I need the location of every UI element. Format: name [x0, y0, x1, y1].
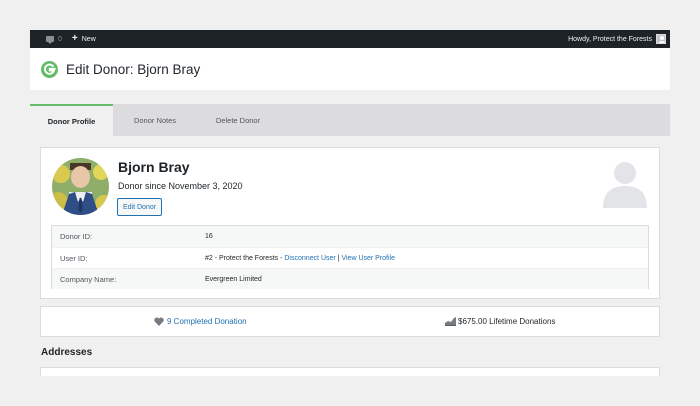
info-row-company: Company Name: Evergreen Limited	[52, 268, 648, 289]
company-name-value: Evergreen Limited	[205, 275, 262, 283]
admin-bar: 0 + New Howdy, Protect the Forests	[30, 30, 670, 48]
lifetime-donations-text: $675.00 Lifetime Donations	[458, 317, 556, 326]
info-row-user-id: User ID: #2 - Protect the Forests - Disc…	[52, 247, 648, 268]
donor-since: Donor since November 3, 2020	[118, 181, 243, 191]
tab-donor-notes[interactable]: Donor Notes	[113, 104, 197, 136]
completed-donations-text: 9 Completed Donation	[167, 317, 247, 326]
plus-icon: +	[71, 33, 78, 44]
user-id-label: User ID:	[60, 253, 88, 263]
lifetime-donations: $675.00 Lifetime Donations	[445, 317, 555, 326]
user-id-text: #2 - Protect the Forests -	[205, 254, 285, 262]
donor-photo	[52, 158, 109, 215]
account-menu[interactable]: Howdy, Protect the Forests	[568, 30, 652, 48]
givewp-logo-icon	[41, 60, 58, 78]
new-content-button[interactable]: + New	[72, 30, 96, 48]
view-user-profile-link[interactable]: View User Profile	[341, 255, 395, 262]
chart-area-icon	[445, 317, 456, 326]
donor-info-table: Donor ID: 16 User ID: #2 - Protect the F…	[51, 225, 649, 289]
donor-name: Bjorn Bray	[118, 159, 190, 175]
page-title: Edit Donor: Bjorn Bray	[66, 61, 201, 77]
disconnect-user-link[interactable]: Disconnect User	[284, 255, 335, 262]
completed-donations-link[interactable]: 9 Completed Donation	[154, 317, 247, 326]
user-id-value: #2 - Protect the Forests - Disconnect Us…	[205, 255, 395, 262]
app-window: 0 + New Howdy, Protect the Forests Edit …	[30, 30, 670, 376]
comment-count: 0	[58, 35, 62, 43]
heart-icon	[154, 317, 164, 326]
addresses-card	[40, 367, 660, 376]
page-header: Edit Donor: Bjorn Bray	[30, 48, 670, 90]
default-avatar-icon	[603, 162, 647, 208]
new-label: New	[81, 35, 96, 43]
donor-id-value: 16	[205, 233, 213, 240]
donor-stats-card: 9 Completed Donation $675.00 Lifetime Do…	[40, 306, 660, 337]
tab-delete-donor[interactable]: Delete Donor	[197, 104, 279, 136]
donor-id-label: Donor ID:	[60, 232, 93, 241]
tab-bar: Donor Profile Donor Notes Delete Donor	[30, 104, 670, 136]
info-row-donor-id: Donor ID: 16	[52, 226, 648, 247]
company-name-label: Company Name:	[60, 274, 117, 284]
donor-profile-card: Bjorn Bray Donor since November 3, 2020 …	[40, 147, 660, 299]
edit-donor-button[interactable]: Edit Donor	[117, 198, 163, 216]
addresses-heading: Addresses	[41, 347, 93, 358]
user-avatar-icon[interactable]	[656, 34, 666, 44]
comment-bubble-icon	[46, 36, 54, 44]
tab-donor-profile[interactable]: Donor Profile	[30, 104, 113, 136]
comments-link[interactable]: 0	[46, 30, 62, 48]
howdy-text: Howdy, Protect the Forests	[568, 35, 652, 43]
